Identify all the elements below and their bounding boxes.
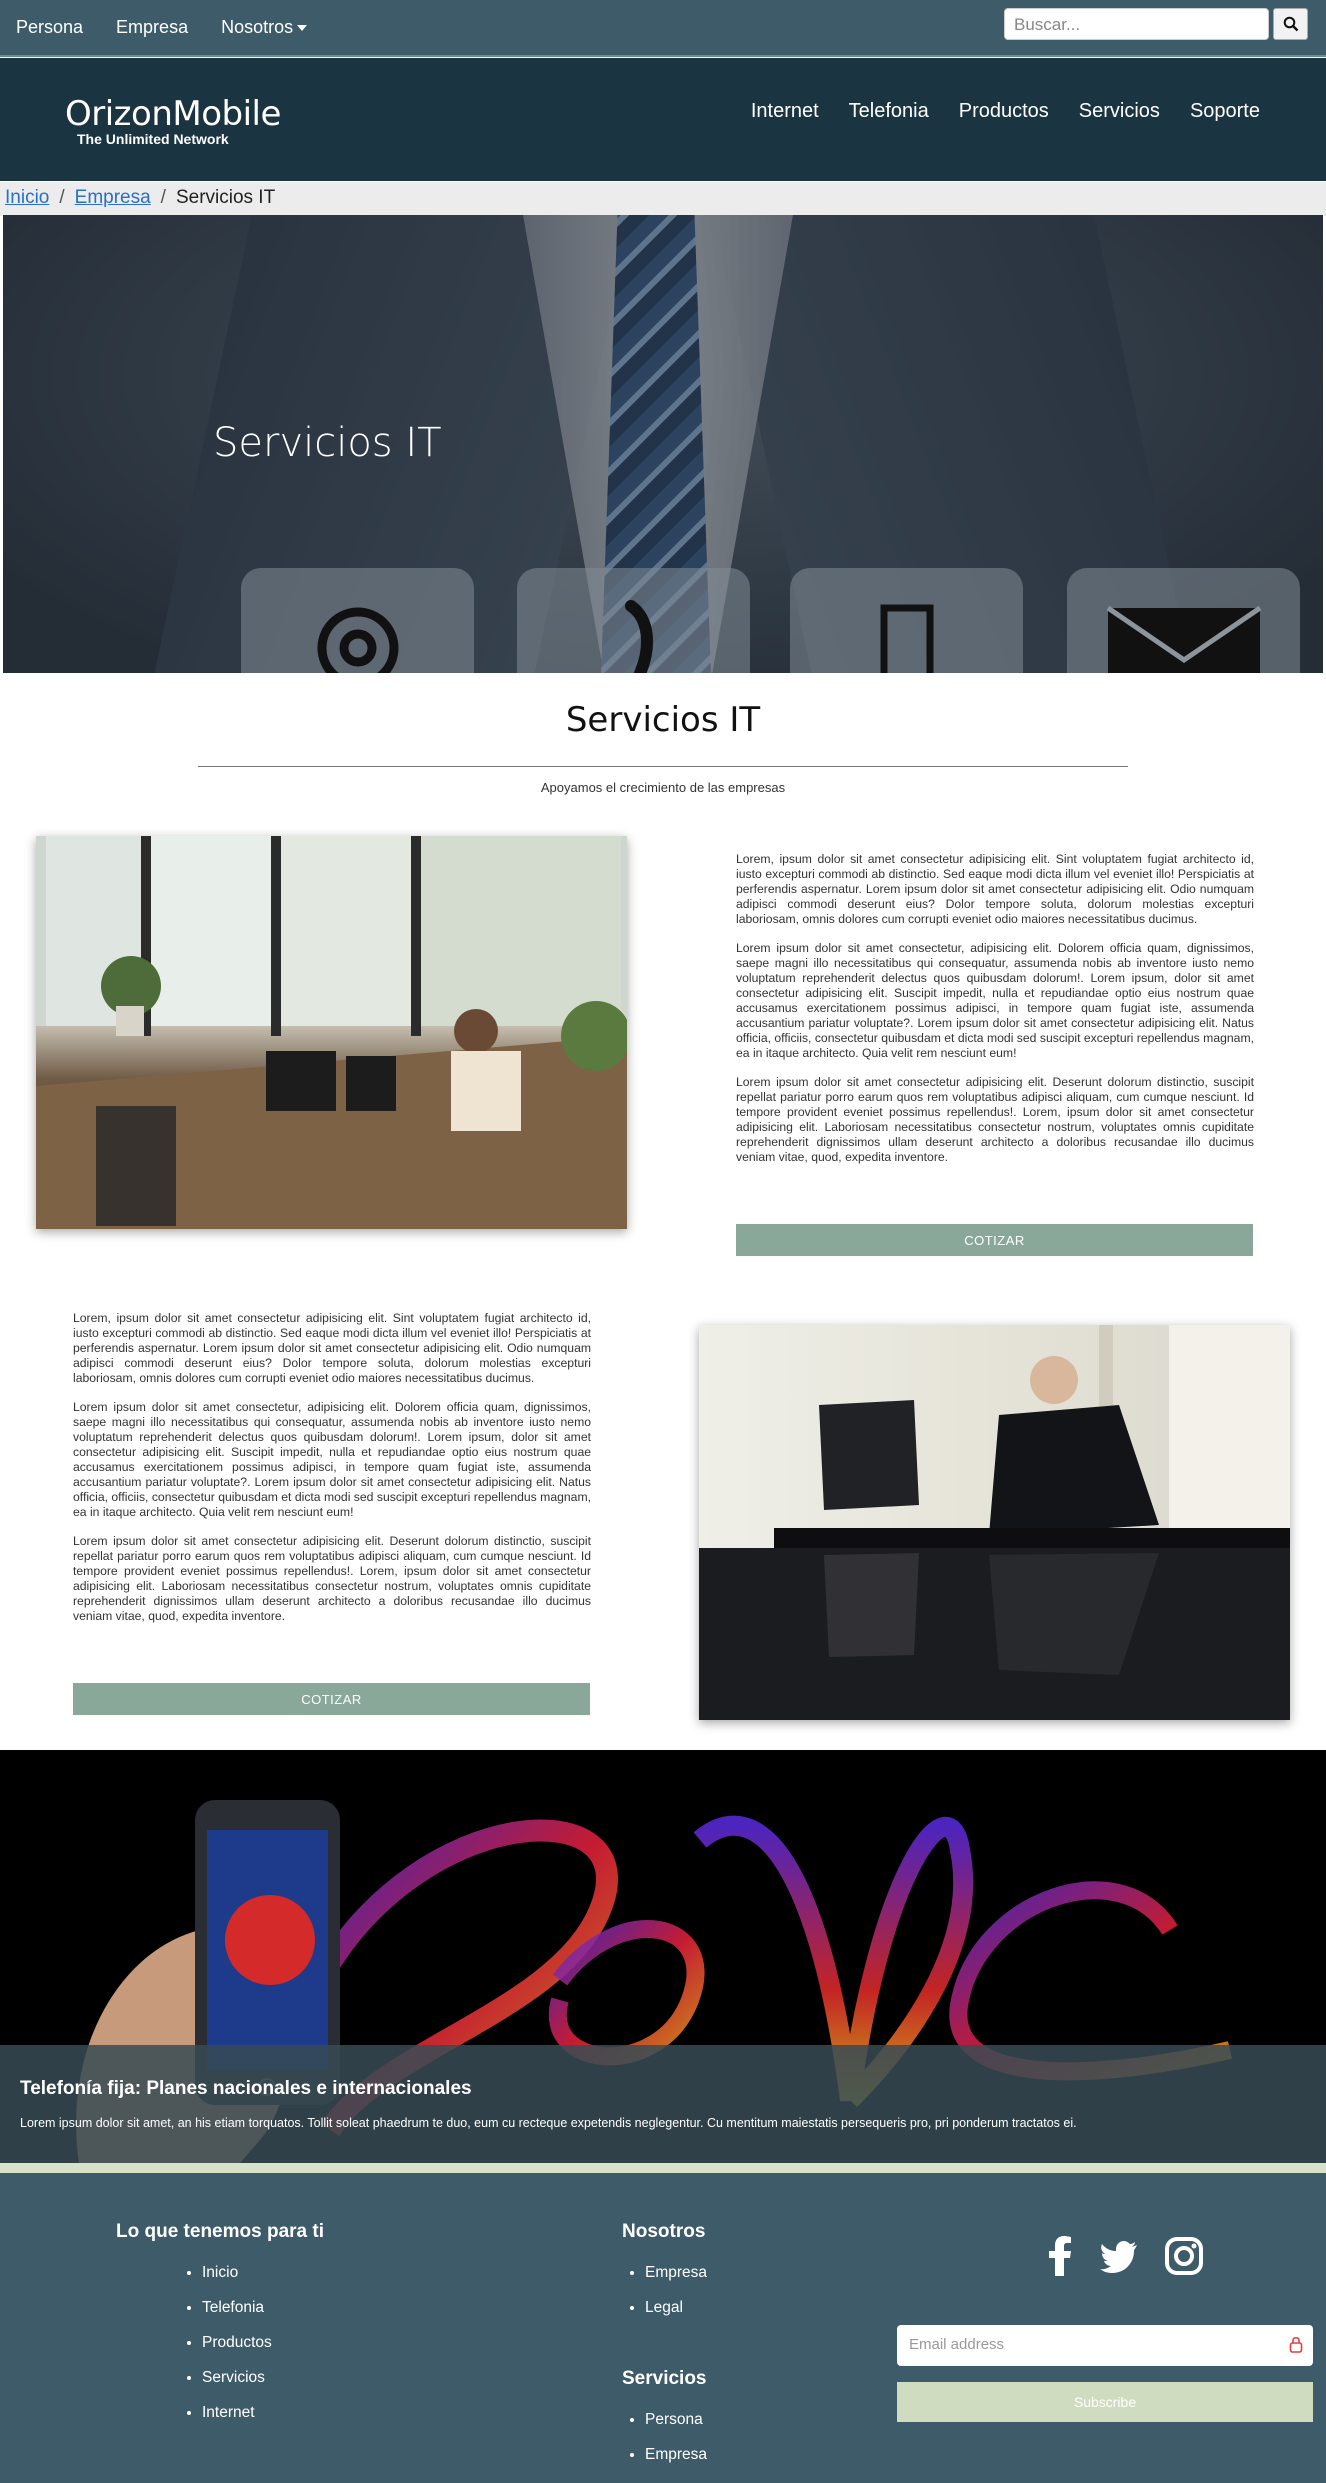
- section-title: Servicios IT: [565, 700, 761, 740]
- main-nav: Internet Telefonia Productos Servicios S…: [721, 100, 1260, 123]
- twitter-icon[interactable]: [1099, 2236, 1139, 2276]
- top-nav-empresa[interactable]: Empresa: [116, 17, 188, 38]
- search-input[interactable]: Buscar...: [1004, 8, 1269, 40]
- brand-name: OrizonMobile: [65, 94, 281, 134]
- site-header: OrizonMobile The Unlimited Network Inter…: [0, 58, 1326, 181]
- footer-link-persona[interactable]: Persona: [645, 2411, 707, 2429]
- block2-paragraph: Lorem, ipsum dolor sit amet consectetur …: [73, 1311, 591, 1385]
- phone-icon: [624, 600, 653, 673]
- footer-accent-line: [0, 2163, 1326, 2173]
- footer-link-empresa[interactable]: Empresa: [645, 2264, 707, 2282]
- footer-link-telefonia[interactable]: Telefonia: [202, 2299, 272, 2317]
- office-photo-headset: [36, 836, 627, 1229]
- at-icon: [317, 607, 398, 673]
- promo-text: Lorem ipsum dolor sit amet, an his etiam…: [20, 2116, 1077, 2130]
- top-nav-nosotros-label: Nosotros: [221, 17, 294, 37]
- office-photo-illustration: [699, 1325, 1290, 1720]
- footer-link-inicio[interactable]: Inicio: [202, 2264, 272, 2282]
- nav-servicios[interactable]: Servicios: [1079, 100, 1160, 123]
- section-divider: [198, 766, 1128, 767]
- top-nav-persona[interactable]: Persona: [16, 17, 83, 38]
- site-footer: Lo que tenemos para ti Inicio Telefonia …: [0, 2173, 1326, 2483]
- top-bar: Persona Empresa Nosotros Buscar...: [0, 0, 1326, 57]
- service-card-mail[interactable]: [1067, 568, 1300, 673]
- promo-title: Telefonía fija: Planes nacionales e inte…: [20, 2078, 472, 2099]
- nav-internet[interactable]: Internet: [751, 100, 819, 123]
- footer-title-offers: Lo que tenemos para ti: [116, 2221, 324, 2242]
- instagram-icon[interactable]: [1164, 2236, 1204, 2276]
- footer-list-servicios: Persona Empresa: [645, 2411, 707, 2481]
- search-button[interactable]: [1273, 8, 1308, 40]
- footer-link-legal[interactable]: Legal: [645, 2299, 707, 2317]
- email-placeholder: Email address: [909, 2336, 1005, 2353]
- search-icon: [1283, 16, 1298, 32]
- breadcrumb-current: Servicios IT: [175, 187, 276, 208]
- service-card-mobile[interactable]: [790, 568, 1023, 673]
- caret-down-icon: [297, 25, 308, 32]
- breadcrumb: Inicio / Empresa / Servicios IT: [0, 182, 1326, 216]
- section-subtitle: Apoyamos el crecimiento de las empresas: [540, 780, 786, 795]
- breadcrumb-separator: /: [59, 187, 65, 208]
- facebook-icon[interactable]: [1046, 2236, 1074, 2276]
- top-nav: Persona Empresa Nosotros: [0, 0, 324, 55]
- footer-link-internet[interactable]: Internet: [202, 2404, 272, 2422]
- block1-text: Lorem, ipsum dolor sit amet consectetur …: [736, 852, 1254, 1179]
- hero-title: Servicios IT: [213, 420, 442, 466]
- hero-banner: Servicios IT: [3, 215, 1323, 673]
- block1-paragraph: Lorem, ipsum dolor sit amet consectetur …: [736, 852, 1254, 926]
- block1-paragraph: Lorem ipsum dolor sit amet consectetur, …: [736, 941, 1254, 1060]
- block2-paragraph: Lorem ipsum dolor sit amet consectetur a…: [73, 1534, 591, 1623]
- social-links: [1046, 2236, 1204, 2276]
- lock-icon: [1289, 2336, 1303, 2353]
- footer-link-servicios[interactable]: Servicios: [202, 2369, 272, 2387]
- office-photo-illustration: [36, 836, 627, 1229]
- cotizar-button[interactable]: COTIZAR: [73, 1683, 590, 1715]
- breadcrumb-empresa[interactable]: Empresa: [75, 187, 151, 208]
- top-nav-nosotros[interactable]: Nosotros: [221, 17, 308, 38]
- footer-link-empresa[interactable]: Empresa: [645, 2446, 707, 2464]
- nav-soporte[interactable]: Soporte: [1190, 100, 1260, 123]
- subscribe-button[interactable]: Subscribe: [897, 2382, 1313, 2422]
- service-card-email[interactable]: [241, 568, 474, 673]
- footer-title-servicios: Servicios: [622, 2368, 707, 2389]
- office-photo-desk: [699, 1325, 1290, 1720]
- service-card-phone[interactable]: [517, 568, 750, 673]
- block2-paragraph: Lorem ipsum dolor sit amet consectetur, …: [73, 1400, 591, 1519]
- nav-telefonia[interactable]: Telefonia: [849, 100, 929, 123]
- cotizar-button[interactable]: COTIZAR: [736, 1224, 1253, 1256]
- brand-logo[interactable]: OrizonMobile The Unlimited Network: [65, 94, 281, 147]
- mobile-icon: [880, 604, 933, 673]
- footer-list-nosotros: Empresa Legal: [645, 2264, 707, 2334]
- footer-title-nosotros: Nosotros: [622, 2221, 706, 2242]
- promo-caption: Telefonía fija: Planes nacionales e inte…: [0, 2045, 1326, 2163]
- envelope-icon: [1106, 605, 1261, 673]
- footer-link-productos[interactable]: Productos: [202, 2334, 272, 2352]
- block2-text: Lorem, ipsum dolor sit amet consectetur …: [73, 1311, 591, 1638]
- block1-paragraph: Lorem ipsum dolor sit amet consectetur a…: [736, 1075, 1254, 1164]
- breadcrumb-separator: /: [160, 187, 166, 208]
- breadcrumb-inicio[interactable]: Inicio: [5, 187, 49, 208]
- footer-list-offers: Inicio Telefonia Productos Servicios Int…: [202, 2264, 272, 2439]
- email-field[interactable]: Email address: [897, 2325, 1313, 2366]
- nav-productos[interactable]: Productos: [959, 100, 1049, 123]
